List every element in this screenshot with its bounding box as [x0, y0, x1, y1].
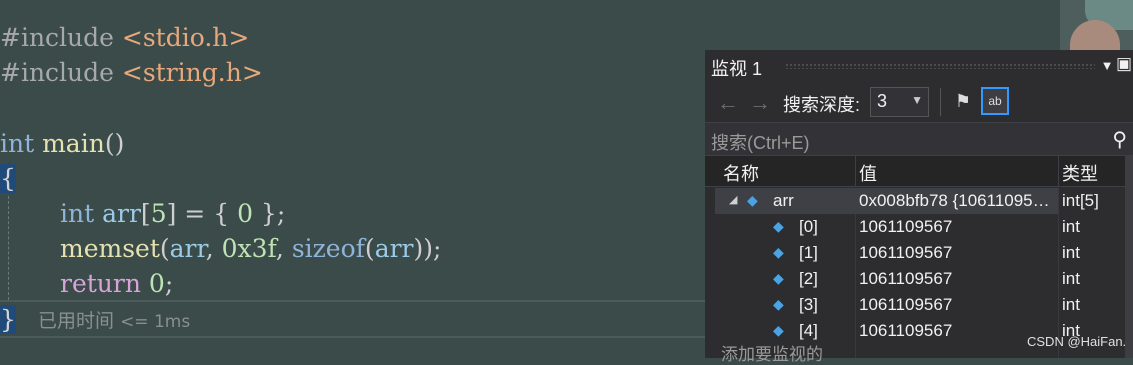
row-value[interactable]: 1061109567 [859, 295, 952, 315]
search-depth-value: 3 [877, 91, 888, 111]
dropdown-icon[interactable]: ▼ [1097, 58, 1117, 73]
open-brace: { [0, 164, 16, 193]
punctuation: }; [252, 199, 286, 228]
elapsed-value: <= 1ms [120, 312, 191, 332]
paren: )); [413, 234, 442, 263]
pin-icon[interactable]: ⚑ [949, 87, 977, 115]
column-header-type[interactable]: 类型 [1062, 160, 1098, 186]
watermark: CSDN @HaiFan. [1027, 334, 1127, 349]
row-name: [4] [799, 321, 818, 340]
chevron-down-icon: ▼ [911, 93, 923, 107]
right-arrow-icon[interactable]: → [749, 90, 771, 116]
indent-guide [8, 196, 9, 300]
row-value[interactable]: 1061109567 [859, 269, 952, 289]
row-name: [1] [799, 243, 818, 262]
code-line-8: return 0; [60, 266, 173, 301]
column-divider[interactable] [855, 156, 856, 186]
bracket: [ [140, 199, 151, 228]
view-icon[interactable]: ab [981, 87, 1009, 115]
code-line-6: int arr[5] = { 0 }; [60, 196, 285, 231]
row-type: int [1062, 243, 1080, 262]
watch-row[interactable]: ◆ [3] 1061109567 int [705, 292, 1133, 318]
search-depth-label: 搜索深度: [783, 95, 861, 115]
bracket: ] [166, 199, 177, 228]
code-line-7: memset(arr, 0x3f, sizeof(arr)); [60, 231, 441, 266]
cube-icon: ◆ [773, 244, 784, 260]
watch-row[interactable]: ◆ [0] 1061109567 int [705, 214, 1133, 240]
watch-row-root[interactable]: ◢ ◆ arr 0x008bfb78 {10611095… int[5] [705, 188, 1133, 214]
row-type: int [1062, 217, 1080, 236]
row-value[interactable]: 1061109567 [859, 217, 952, 237]
punctuation: , [205, 234, 222, 263]
paren: ( [159, 234, 170, 263]
column-header-value[interactable]: 值 [859, 160, 877, 186]
row-value[interactable]: 0x008bfb78 {10611095… [859, 191, 1055, 211]
paren: ( [364, 234, 375, 263]
code-line-9: } [0, 302, 16, 337]
identifier: arr [94, 199, 141, 228]
row-type: int [1062, 295, 1080, 314]
watch-title-bar[interactable]: 监视 1 ▼ ▣ [705, 50, 1133, 80]
code-line-1: #include <stdio.h> [0, 20, 249, 55]
code-line-5: { [0, 161, 16, 196]
cube-icon: ◆ [773, 296, 784, 312]
cube-icon: ◆ [773, 322, 784, 338]
expand-icon[interactable]: ◢ [729, 193, 737, 206]
cube-icon: ◆ [773, 218, 784, 234]
keyword: int [0, 129, 35, 158]
elapsed-label: 已用时间 [38, 310, 115, 332]
number-literal: 0 [140, 269, 165, 298]
identifier: arr [169, 234, 206, 263]
watch-title: 监视 1 [711, 59, 763, 79]
function-name: main [34, 129, 105, 158]
title-grip [785, 63, 1095, 69]
search-icon[interactable]: ⚲ [1112, 127, 1127, 152]
cube-icon: ◆ [773, 270, 784, 286]
close-brace: } [0, 305, 16, 334]
row-name: [3] [799, 295, 818, 314]
watch-row[interactable]: ◆ [1] 1061109567 int [705, 240, 1133, 266]
operator: = { [176, 199, 238, 228]
toolbar-separator [940, 88, 941, 116]
number-literal: 5 [150, 199, 167, 228]
keyword: return [60, 269, 141, 298]
paren: () [104, 129, 125, 158]
elapsed-time-hint: 已用时间 <= 1ms [38, 306, 190, 333]
function-name: memset [60, 234, 160, 263]
watch-panel: 监视 1 ▼ ▣ ← → 搜索深度: 3 ▼ ⚑ ab 搜索(Ctrl+E) ⚲… [705, 50, 1133, 364]
row-value[interactable]: 1061109567 [859, 243, 952, 263]
include-header: <string.h> [113, 58, 263, 87]
row-type: int [1062, 269, 1080, 288]
column-header-name[interactable]: 名称 [723, 160, 759, 186]
row-name: arr [773, 191, 794, 210]
scrollbar[interactable] [1125, 156, 1133, 358]
watch-header-row: 名称 值 类型 [705, 156, 1133, 187]
code-line-2: #include <string.h> [0, 55, 263, 90]
watch-row[interactable]: ◆ [2] 1061109567 int [705, 266, 1133, 292]
watch-search[interactable]: 搜索(Ctrl+E) ⚲ [705, 122, 1133, 156]
search-depth-select[interactable]: 3 ▼ [870, 87, 929, 117]
add-watch-input[interactable]: 添加要监视的 [721, 340, 823, 365]
number-literal: 0 [237, 199, 253, 228]
search-placeholder: 搜索(Ctrl+E) [711, 133, 810, 153]
row-name: [2] [799, 269, 818, 288]
preprocessor-directive: #include [0, 23, 114, 52]
row-type: int[5] [1062, 191, 1099, 210]
cube-icon: ◆ [747, 192, 758, 208]
keyword: sizeof [291, 234, 365, 263]
punctuation: ; [164, 269, 174, 298]
number-literal: 0x3f [221, 234, 276, 263]
keyword: int [60, 199, 95, 228]
column-divider[interactable] [1058, 156, 1059, 186]
left-arrow-icon[interactable]: ← [717, 90, 739, 116]
maximize-icon[interactable]: ▣ [1115, 54, 1133, 74]
identifier: arr [374, 234, 414, 263]
code-line-4: int main() [0, 126, 124, 161]
punctuation: , [275, 234, 292, 263]
watch-toolbar: ← → 搜索深度: 3 ▼ ⚑ ab [705, 82, 1133, 122]
include-header: <stdio.h> [113, 23, 250, 52]
row-name: [0] [799, 217, 818, 236]
preprocessor-directive: #include [0, 58, 114, 87]
row-value[interactable]: 1061109567 [859, 321, 952, 341]
